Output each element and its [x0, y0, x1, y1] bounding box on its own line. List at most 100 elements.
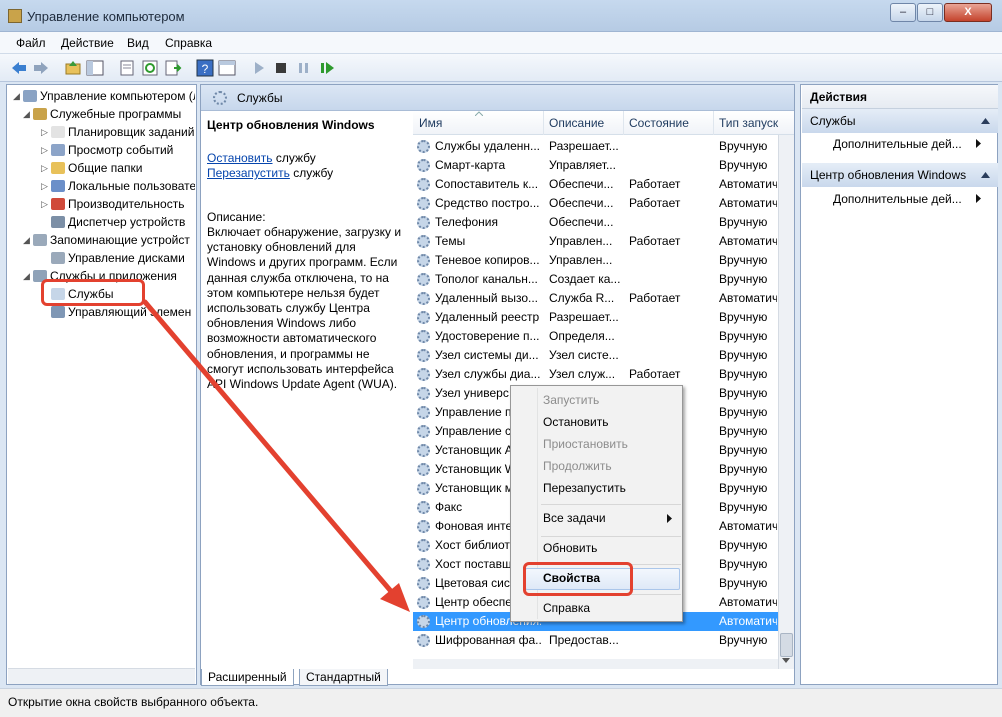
table-row[interactable]: Смарт-карта Управляет... Вручную — [413, 156, 778, 175]
view-tabs: Расширенный Стандартный — [201, 669, 794, 686]
title-bar[interactable]: Управление компьютером – □ X — [0, 0, 1002, 32]
vertical-scrollbar[interactable] — [778, 135, 794, 669]
service-gear-icon — [417, 292, 430, 305]
export-list-icon[interactable] — [164, 59, 182, 77]
minimize-button[interactable]: – — [890, 3, 916, 22]
tab-standard[interactable]: Стандартный — [299, 669, 388, 686]
submenu-arrow-icon — [667, 514, 672, 523]
up-folder-icon[interactable] — [64, 59, 82, 77]
table-row[interactable]: Тополог канальн... Создает ка... Вручную — [413, 270, 778, 289]
event-viewer-icon — [51, 144, 65, 156]
play-icon[interactable] — [250, 59, 268, 77]
service-description: Служба R... — [549, 291, 615, 305]
submenu-arrow-icon — [976, 194, 981, 203]
tree-item[interactable]: Локальные пользовате — [51, 177, 195, 195]
show-hide-tree-icon[interactable] — [86, 59, 104, 77]
tree-item[interactable]: Служебные программы — [33, 105, 195, 123]
menu-help[interactable]: Справка — [165, 36, 212, 50]
tree-item-label: Планировщик заданий — [68, 125, 195, 139]
console-tree[interactable]: Управление компьютером (л ◢ Служебные прог… — [6, 84, 197, 685]
actions-more-services[interactable]: Дополнительные дей... — [833, 137, 962, 151]
table-row[interactable]: Службы удаленн... Разрешает... Вручную — [413, 137, 778, 156]
expanded-icon[interactable]: ◢ — [23, 231, 30, 249]
maximize-button[interactable]: □ — [917, 3, 943, 22]
service-gear-icon — [417, 444, 430, 457]
expanded-icon[interactable]: ◢ — [13, 87, 20, 105]
table-row[interactable]: Шифрованная фа... Предостав... Вручную — [413, 631, 778, 650]
table-row[interactable]: Удаленный реестр Разрешает... Вручную — [413, 308, 778, 327]
actions-more-windows-update[interactable]: Дополнительные дей... — [833, 192, 962, 206]
service-startup-type: Автоматич — [719, 177, 777, 191]
restart-icon[interactable] — [318, 59, 336, 77]
description-line: смогут использовать интерфейса — [207, 361, 394, 376]
column-status[interactable]: Состояние — [629, 116, 689, 130]
column-name[interactable]: Имя — [419, 116, 442, 130]
service-gear-icon — [417, 577, 430, 590]
tree-item[interactable]: Производительность — [51, 195, 195, 213]
actions-group-services[interactable]: Службы — [802, 109, 998, 133]
expand-icon[interactable]: ▷ — [41, 141, 48, 159]
service-description: Управлен... — [549, 253, 613, 267]
expanded-icon[interactable]: ◢ — [23, 105, 30, 123]
expand-icon[interactable]: ▷ — [41, 159, 48, 177]
context-menu-item[interactable]: Справка — [543, 601, 590, 615]
tree-item[interactable]: Запоминающие устройст — [33, 231, 195, 249]
context-menu-item[interactable]: Остановить — [543, 415, 609, 429]
tree-item[interactable]: Просмотр событий — [51, 141, 195, 159]
table-row[interactable]: Узел системы ди... Узел систе... Вручную — [413, 346, 778, 365]
table-row[interactable]: Темы Управлен... Работает Автоматич — [413, 232, 778, 251]
services-pane: Службы Центр обновления Windows Останови… — [200, 84, 795, 686]
export-icon[interactable] — [118, 59, 136, 77]
column-description[interactable]: Описание — [549, 116, 604, 130]
horizontal-scrollbar[interactable] — [8, 668, 195, 684]
tree-item[interactable]: Планировщик заданий — [51, 123, 195, 141]
table-row[interactable]: Телефония Обеспечи... Вручную — [413, 213, 778, 232]
tree-item[interactable]: Управление компьютером (л — [23, 87, 195, 105]
tree-item[interactable]: Управление дисками — [51, 249, 195, 267]
help-icon[interactable]: ? — [196, 59, 214, 77]
tab-extended[interactable]: Расширенный — [201, 669, 294, 686]
expand-icon[interactable]: ▷ — [41, 195, 48, 213]
tree-item[interactable]: Общие папки — [51, 159, 195, 177]
scroll-down-icon[interactable] — [782, 657, 791, 664]
expand-icon[interactable]: ▷ — [41, 123, 48, 141]
actions-title: Действия — [802, 85, 998, 109]
service-startup-type: Вручную — [719, 367, 768, 381]
service-description: Разрешает... — [549, 310, 619, 324]
horizontal-scrollbar[interactable] — [413, 659, 778, 669]
menu-action[interactable]: Действие — [61, 36, 114, 50]
refresh-icon[interactable] — [141, 59, 159, 77]
context-menu-item[interactable]: Перезапустить — [543, 481, 626, 495]
tree-item-label: Запоминающие устройст — [50, 233, 190, 247]
restart-service-link[interactable]: Перезапустить — [207, 166, 290, 180]
table-row[interactable]: Средство постро... Обеспечи... Работает Авт… — [413, 194, 778, 213]
close-button[interactable]: X — [944, 3, 992, 22]
collapse-icon[interactable] — [981, 118, 990, 124]
context-menu-item[interactable]: Все задачи — [543, 511, 606, 525]
back-arrow-icon[interactable] — [10, 59, 28, 77]
properties-view-icon[interactable] — [218, 59, 236, 77]
table-row[interactable]: Сопоставитель к... Обеспечи... Работает Авт… — [413, 175, 778, 194]
forward-arrow-icon[interactable] — [32, 59, 50, 77]
collapse-icon[interactable] — [981, 172, 990, 178]
column-startup-type[interactable]: Тип запуск — [719, 116, 778, 130]
table-row[interactable]: Теневое копиров... Управлен... Вручную — [413, 251, 778, 270]
service-description: Разрешает... — [549, 139, 619, 153]
context-menu-item[interactable]: Обновить — [543, 541, 597, 555]
menu-view[interactable]: Вид — [127, 36, 149, 50]
stop-service-link[interactable]: Остановить — [207, 151, 273, 165]
service-name: Средство постро... — [435, 196, 540, 210]
service-gear-icon — [417, 558, 430, 571]
menu-file[interactable]: Файл — [16, 36, 46, 50]
table-row[interactable]: Удаленный вызо... Служба R... Работает Авто… — [413, 289, 778, 308]
expanded-icon[interactable]: ◢ — [23, 267, 30, 285]
actions-group-windows-update[interactable]: Центр обновления Windows — [802, 163, 998, 187]
table-row[interactable]: Узел службы диа... Узел служ... Работает Вр… — [413, 365, 778, 384]
tree-item[interactable]: Диспетчер устройств — [51, 213, 195, 231]
service-startup-type: Вручную — [719, 215, 768, 229]
stop-icon[interactable] — [272, 59, 290, 77]
expand-icon[interactable]: ▷ — [41, 177, 48, 195]
pause-icon[interactable] — [295, 59, 313, 77]
scroll-thumb[interactable] — [780, 633, 793, 657]
table-row[interactable]: Удостоверение п... Определя... Вручную — [413, 327, 778, 346]
